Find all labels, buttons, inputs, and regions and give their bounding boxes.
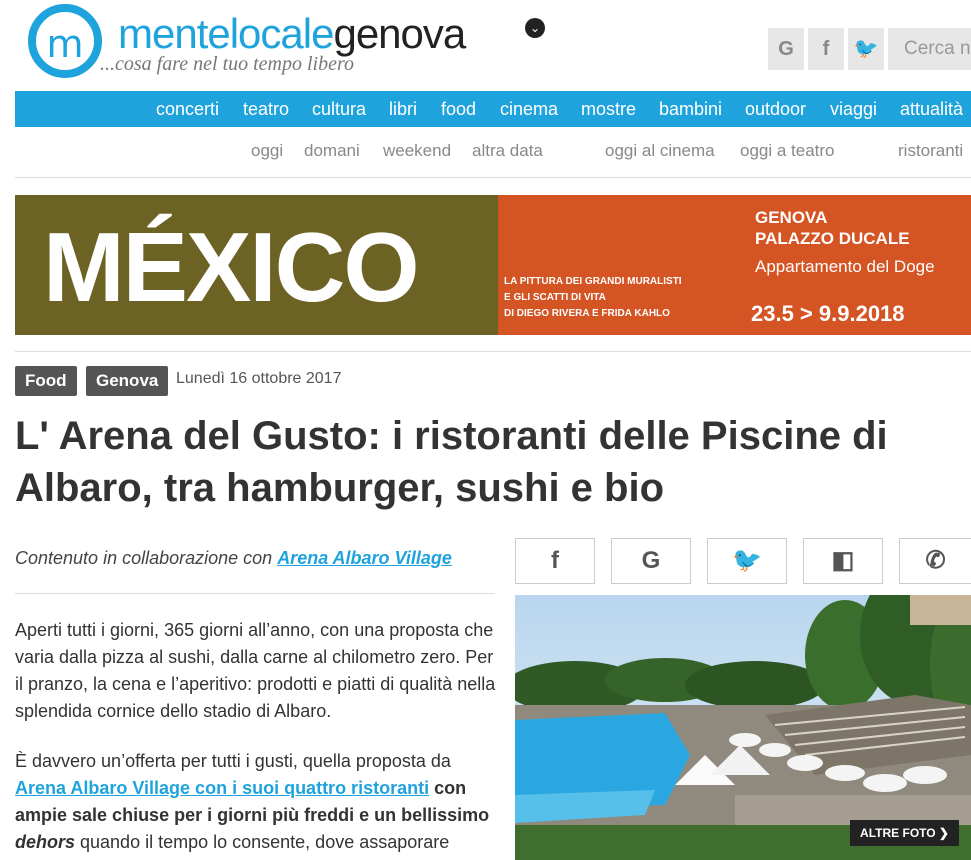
logo-icon[interactable]: m	[28, 4, 102, 78]
facebook-icon[interactable]: f	[808, 28, 844, 70]
banner-subtitle-line: LA PITTURA DEI GRANDI MURALISTI	[504, 276, 682, 287]
sponsor-prefix: Contenuto in collaborazione con	[15, 548, 278, 568]
article-date: Lunedì 16 ottobre 2017	[176, 370, 342, 387]
article-photo[interactable]: ALTRE FOTO ❯	[515, 595, 971, 860]
nav-item-bambini[interactable]: bambini	[659, 91, 722, 127]
main-nav: concerti teatro cultura libri food cinem…	[15, 91, 971, 127]
twitter-share-button[interactable]: 🐦	[707, 538, 787, 584]
sponsor-link[interactable]: Arena Albaro Village	[277, 548, 452, 568]
banner-left-panel: MÉXICO	[15, 195, 498, 335]
nav-item-viaggi[interactable]: viaggi	[830, 91, 877, 127]
nav-item-libri[interactable]: libri	[389, 91, 417, 127]
google-icon[interactable]: G	[768, 28, 804, 70]
divider	[15, 351, 971, 352]
nav-item-concerti[interactable]: concerti	[156, 91, 219, 127]
banner-city: GENOVA	[755, 208, 828, 227]
site-brand[interactable]: mentelocalegenova	[118, 10, 466, 58]
more-photos-button[interactable]: ALTRE FOTO ❯	[850, 820, 959, 846]
brand-mentelocale: mentelocale	[118, 10, 334, 57]
banner-dates: 23.5 > 9.9.2018	[751, 301, 905, 326]
divider	[15, 593, 495, 594]
banner-room: Appartamento del Doge	[755, 257, 935, 276]
subnav-oggi-a-teatro[interactable]: oggi a teatro	[740, 141, 835, 161]
divider	[15, 177, 971, 178]
nav-item-food[interactable]: food	[441, 91, 476, 127]
article-title: L' Arena del Gusto: i ristoranti delle P…	[15, 414, 888, 510]
nav-item-attualita[interactable]: attualità	[900, 91, 963, 127]
google-share-button[interactable]: G	[611, 538, 691, 584]
subnav-altra-data[interactable]: altra data	[472, 141, 543, 161]
tag-food[interactable]: Food	[15, 366, 77, 396]
subnav-domani[interactable]: domani	[304, 141, 360, 161]
article-paragraph: È davvero un’offerta per tutti i gusti, …	[15, 748, 500, 856]
banner-title: MÉXICO	[43, 212, 420, 322]
ad-banner[interactable]: MÉXICO LA PITTURA DEI GRANDI MURALISTI E…	[15, 195, 971, 335]
search-input[interactable]: Cerca n	[888, 28, 971, 70]
logo-letter: m	[46, 22, 84, 66]
tagline: ...cosa fare nel tuo tempo libero	[100, 53, 355, 75]
banner-subtitle-line: E GLI SCATTI DI VITA	[504, 292, 606, 303]
banner-venue: PALAZZO DUCALE	[755, 229, 910, 248]
nav-item-cultura[interactable]: cultura	[312, 91, 366, 127]
brand-city: genova	[333, 10, 466, 57]
whatsapp-share-button[interactable]: ✆	[899, 538, 971, 584]
restaurants-link[interactable]: Arena Albaro Village con i suoi quattro …	[15, 778, 429, 798]
subnav-ristoranti[interactable]: ristoranti	[898, 141, 963, 161]
nav-item-teatro[interactable]: teatro	[243, 91, 289, 127]
banner-subtitle: LA PITTURA DEI GRANDI MURALISTI E GLI SC…	[504, 274, 724, 322]
para-text: È davvero un’offerta per tutti i gusti, …	[15, 751, 451, 771]
subnav-oggi[interactable]: oggi	[251, 141, 283, 161]
subnav-oggi-al-cinema[interactable]: oggi al cinema	[605, 141, 715, 161]
sponsor-line: Contenuto in collaborazione con Arena Al…	[15, 548, 452, 569]
banner-right-panel: LA PITTURA DEI GRANDI MURALISTI E GLI SC…	[498, 195, 971, 335]
chevron-down-icon[interactable]: ⌄	[525, 18, 545, 38]
nav-item-mostre[interactable]: mostre	[581, 91, 636, 127]
nav-item-outdoor[interactable]: outdoor	[745, 91, 806, 127]
twitter-icon[interactable]: 🐦	[848, 28, 884, 70]
para-italic: dehors	[15, 832, 76, 852]
nav-item-cinema[interactable]: cinema	[500, 91, 558, 127]
article-paragraph: Aperti tutti i giorni, 365 giorni all’an…	[15, 620, 496, 721]
banner-subtitle-line: DI DIEGO RIVERA E FRIDA KAHLO	[504, 308, 670, 319]
delicious-share-button[interactable]: ◧	[803, 538, 883, 584]
facebook-share-button[interactable]: f	[515, 538, 595, 584]
tag-genova[interactable]: Genova	[86, 366, 169, 396]
para-text: quando il tempo lo consente, dove assapo…	[75, 832, 450, 852]
subnav-weekend[interactable]: weekend	[383, 141, 451, 161]
